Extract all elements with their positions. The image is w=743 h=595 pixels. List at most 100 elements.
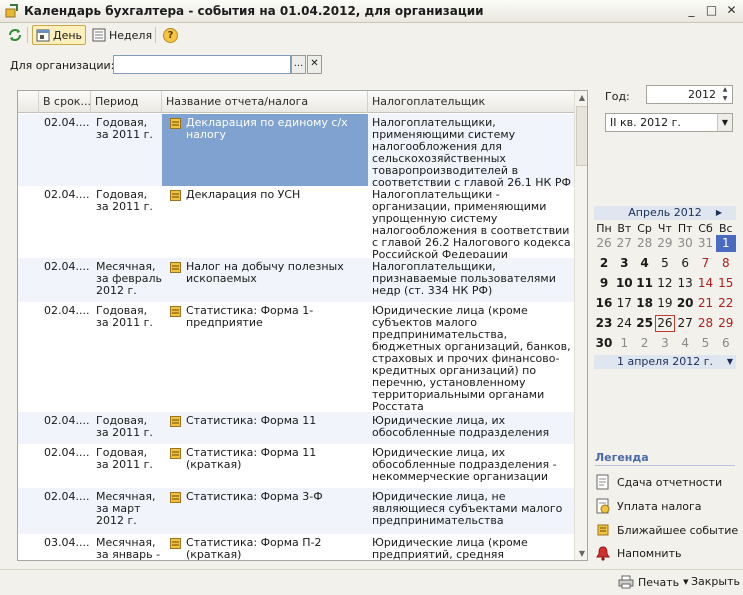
table-row[interactable]: 02.04.... Годовая, за 2011 г. Статистика: … (18, 444, 574, 488)
calendar-day[interactable]: 6 (675, 255, 695, 272)
next-month-icon[interactable]: ▶ (716, 206, 722, 220)
calendar-day[interactable]: 31 (696, 235, 716, 252)
vertical-scrollbar[interactable]: ▲ ▼ (574, 91, 587, 560)
column-header-period[interactable]: Период (90, 91, 161, 113)
cell-due-date: 02.04.... (44, 305, 90, 317)
table-row[interactable]: 03.04.... Месячная, за январь - Статистика… (18, 534, 574, 561)
calendar-day[interactable]: 20 (675, 295, 695, 312)
calendar-day[interactable]: 5 (655, 255, 675, 272)
calendar-day[interactable]: 21 (696, 295, 716, 312)
organization-input[interactable] (113, 55, 291, 74)
calendar-day[interactable]: 29 (655, 235, 675, 252)
cell-report-name: Статистика: Форма 11 (краткая) (186, 446, 317, 471)
maximize-button[interactable]: □ (703, 3, 720, 19)
calendar-footer[interactable]: 1 апреля 2012 г. ▼ (594, 355, 736, 369)
column-header-name[interactable]: Название отчета/налога (161, 91, 367, 113)
spin-up-icon[interactable]: ▲ (719, 86, 731, 94)
refresh-button[interactable] (4, 25, 26, 45)
legend-item-report: Сдача отчетности (595, 474, 722, 490)
close-button[interactable]: Закрыть (691, 575, 740, 588)
chevron-down-icon[interactable]: ▼ (727, 355, 733, 369)
column-header-due[interactable]: В срок... (38, 91, 90, 113)
organization-clear-button[interactable]: ✕ (307, 55, 322, 74)
calendar-weekday: Вт (617, 222, 632, 235)
tax-payment-icon (595, 498, 611, 514)
calendar-day[interactable]: 3 (614, 255, 634, 272)
cell-taxpayer: Юридические лица (кроме субъектов малого… (372, 304, 571, 413)
spin-down-icon[interactable]: ▼ (719, 95, 731, 103)
scroll-up-icon[interactable]: ▲ (575, 91, 587, 105)
column-header-payer[interactable]: Налогоплательщик (367, 91, 574, 113)
scroll-thumb[interactable] (576, 106, 587, 166)
calendar-day[interactable]: 18 (635, 295, 655, 312)
scroll-down-icon[interactable]: ▼ (575, 547, 587, 560)
table-row[interactable]: 02.04.... Месячная, за февраль 2012 г. Нал… (18, 258, 574, 302)
calendar-day[interactable]: 27 (675, 315, 695, 332)
calendar-day[interactable]: 17 (614, 295, 634, 312)
cell-period: Годовая, за 2011 г. (96, 116, 153, 141)
calendar-day[interactable]: 26 (594, 235, 614, 252)
table-body: 02.04.... Годовая, за 2011 г. Декларация п… (18, 114, 574, 561)
calendar-day[interactable]: 19 (655, 295, 675, 312)
calendar-day[interactable]: 2 (594, 255, 614, 272)
calendar-day[interactable]: 8 (716, 255, 736, 272)
calendar-day[interactable]: 26 (654, 315, 675, 332)
close-window-button[interactable]: ✕ (723, 3, 740, 19)
cell-report-name: Статистика: Форма П-2 (краткая) (186, 536, 322, 561)
calendar-day[interactable]: 4 (635, 255, 655, 272)
calendar-day[interactable]: 24 (614, 315, 634, 332)
calendar-day[interactable]: 30 (675, 235, 695, 252)
calendar-weekday: Ср (637, 222, 652, 235)
calendar-day[interactable]: 3 (655, 335, 675, 352)
chevron-down-icon[interactable]: ▼ (683, 578, 688, 586)
year-value: 2012 (688, 88, 716, 101)
calendar-day[interactable]: 1 (715, 235, 736, 252)
nearest-event-icon (170, 118, 181, 129)
table-row[interactable]: 02.04.... Годовая, за 2011 г. Декларация п… (18, 114, 574, 189)
calendar-day[interactable]: 30 (594, 335, 614, 352)
cell-due-date: 02.04.... (44, 491, 90, 503)
minimize-button[interactable]: _ (683, 3, 700, 19)
week-view-button[interactable]: Неделя (89, 25, 155, 45)
calendar-day[interactable]: 2 (635, 335, 655, 352)
calendar-day[interactable]: 23 (594, 315, 614, 332)
calendar-day[interactable]: 25 (635, 315, 655, 332)
close-label: Закрыть (691, 575, 740, 588)
print-button[interactable]: Печать ▼ (618, 575, 689, 589)
calendar-day[interactable]: 16 (594, 295, 614, 312)
table-header: В срок... Период Название отчета/налога … (18, 91, 574, 113)
calendar-day[interactable]: 12 (655, 275, 675, 292)
calendar-day[interactable]: 1 (614, 335, 634, 352)
calendar-day[interactable]: 15 (716, 275, 736, 292)
table-row[interactable]: 02.04.... Месячная, за март 2012 г. Статис… (18, 488, 574, 534)
day-view-button[interactable]: День (32, 25, 87, 45)
organization-select-button[interactable]: ... (291, 55, 306, 74)
calendar-day[interactable]: 14 (696, 275, 716, 292)
quarter-select[interactable]: II кв. 2012 г. ▼ (605, 113, 733, 132)
cell-period: Месячная, за февраль 2012 г. (96, 260, 162, 297)
calendar-day[interactable]: 6 (716, 335, 736, 352)
table-row[interactable]: 02.04.... Годовая, за 2011 г. Статистика: … (18, 302, 574, 413)
calendar-weekday: Вс (718, 222, 733, 235)
bottom-bar: Печать ▼ Закрыть (0, 569, 743, 595)
chevron-down-icon[interactable]: ▼ (717, 114, 732, 131)
nearest-event-icon (170, 538, 181, 549)
help-button[interactable]: ? (160, 25, 181, 45)
calendar-day[interactable]: 29 (716, 315, 736, 332)
calendar-day[interactable]: 11 (635, 275, 655, 292)
calendar-day[interactable]: 22 (716, 295, 736, 312)
nearest-event-icon (170, 190, 181, 201)
calendar-day[interactable]: 28 (635, 235, 655, 252)
legend-label: Сдача отчетности (617, 475, 723, 489)
calendar-day[interactable]: 9 (594, 275, 614, 292)
calendar-day[interactable]: 4 (675, 335, 695, 352)
table-row[interactable]: 02.04.... Годовая, за 2011 г. Статистика: … (18, 412, 574, 444)
calendar-day[interactable]: 5 (696, 335, 716, 352)
table-row[interactable]: 02.04.... Годовая, за 2011 г. Декларация п… (18, 186, 574, 261)
calendar-day[interactable]: 27 (614, 235, 634, 252)
calendar-day[interactable]: 10 (614, 275, 634, 292)
year-input[interactable]: 2012 ▲ ▼ (646, 85, 733, 104)
calendar-day[interactable]: 7 (696, 255, 716, 272)
calendar-day[interactable]: 13 (675, 275, 695, 292)
calendar-day[interactable]: 28 (696, 315, 716, 332)
